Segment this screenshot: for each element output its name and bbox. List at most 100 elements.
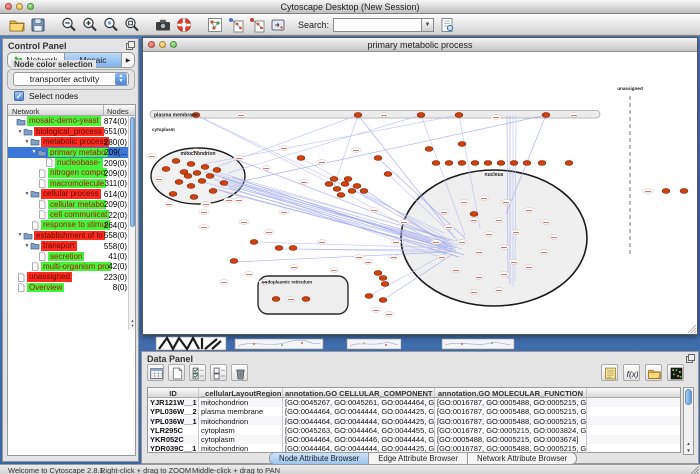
- network-import-icon[interactable]: [206, 16, 224, 34]
- table-row[interactable]: YLR295Ccytoplasm[GO:0045263, GO:0044464,…: [148, 425, 680, 434]
- select-attributes-icon[interactable]: [147, 364, 164, 381]
- save-icon[interactable]: [29, 16, 47, 34]
- network-node[interactable]: [172, 159, 180, 164]
- network-node[interactable]: [201, 165, 209, 170]
- destroy-view-icon[interactable]: [248, 16, 266, 34]
- vizmapper-icon[interactable]: [269, 16, 287, 34]
- function-icon[interactable]: f(x): [623, 364, 640, 381]
- search-input[interactable]: [333, 18, 421, 32]
- tree-row[interactable]: nucleobase-209(0): [8, 158, 135, 168]
- tree-row[interactable]: Overview8(0): [8, 282, 135, 292]
- zoom-fit-icon[interactable]: [123, 16, 141, 34]
- tree-row[interactable]: nitrogen compo209(0): [8, 168, 135, 178]
- network-node[interactable]: [250, 240, 258, 245]
- network-node[interactable]: [275, 246, 283, 251]
- tab-node-attribute-browser[interactable]: Node Attribute Browser: [270, 453, 369, 464]
- network-node[interactable]: [379, 298, 387, 303]
- network-node[interactable]: [190, 195, 198, 200]
- table-row[interactable]: YPL036W__2plasma membrane[GO:0044464, GO…: [148, 407, 680, 416]
- float-panel-icon[interactable]: [686, 354, 695, 363]
- network-node[interactable]: [497, 161, 505, 166]
- col-header-cellular[interactable]: annotation.GO CELLULAR_COMPONENT: [283, 388, 435, 397]
- table-row[interactable]: YJR121W__1mitochondrion[GO:0045267, GO:0…: [148, 398, 680, 407]
- matrix-icon[interactable]: [667, 364, 684, 381]
- network-node[interactable]: [187, 184, 195, 189]
- network-node[interactable]: [333, 187, 341, 192]
- network-node[interactable]: [379, 276, 387, 281]
- network-node[interactable]: [330, 177, 338, 182]
- network-node[interactable]: [365, 294, 373, 299]
- network-node[interactable]: [193, 171, 201, 176]
- search-advanced-icon[interactable]: [438, 16, 456, 34]
- network-node[interactable]: [565, 161, 573, 166]
- tree-row[interactable]: ▼establishment of lo558(0): [8, 230, 135, 240]
- create-attribute-icon[interactable]: [168, 364, 185, 381]
- network-node[interactable]: [455, 113, 463, 118]
- network-node[interactable]: [458, 142, 466, 147]
- network-node[interactable]: [325, 182, 333, 187]
- tree-row[interactable]: cellular metabo209(0): [8, 199, 135, 209]
- chevron-down-icon[interactable]: ▼: [421, 18, 434, 32]
- network-node[interactable]: [220, 181, 228, 186]
- node-color-dropdown[interactable]: transporter activity ▲▼: [13, 72, 129, 86]
- network-node[interactable]: [206, 174, 214, 179]
- float-panel-icon[interactable]: [126, 41, 135, 50]
- table-row[interactable]: YPL036W__1mitochondrion[GO:0044464, GO:0…: [148, 416, 680, 425]
- network-node[interactable]: [542, 113, 550, 118]
- tab-network-attribute-browser[interactable]: Network Attribute Browser: [468, 453, 576, 464]
- help-lifesaver-icon[interactable]: [175, 16, 193, 34]
- scroll-down-icon[interactable]: ▼: [684, 448, 693, 453]
- network-node[interactable]: [432, 161, 440, 166]
- network-node[interactable]: [187, 162, 195, 167]
- network-node[interactable]: [374, 271, 382, 276]
- notes-icon[interactable]: [601, 364, 618, 381]
- tree-row[interactable]: unassigned223(0): [8, 272, 135, 282]
- create-view-icon[interactable]: [227, 16, 245, 34]
- network-node[interactable]: [169, 192, 177, 197]
- select-nodes-checkbox[interactable]: ✓: [14, 91, 24, 101]
- col-header-id[interactable]: ID: [148, 388, 199, 397]
- network-node[interactable]: [381, 282, 389, 287]
- scrollbar-thumb[interactable]: [130, 117, 136, 227]
- network-node[interactable]: [662, 189, 670, 194]
- network-node[interactable]: [230, 259, 238, 264]
- network-node[interactable]: [458, 161, 466, 166]
- col-header-molecular[interactable]: annotation.GO MOLECULAR_FUNCTION: [435, 388, 587, 397]
- import-folder-icon[interactable]: [645, 364, 662, 381]
- network-node[interactable]: [470, 212, 478, 217]
- tree-row[interactable]: ▼biological_process651(0): [8, 126, 135, 136]
- tree-row[interactable]: ▼cellular process614(0): [8, 189, 135, 199]
- tree-row[interactable]: ▼transport558(0): [8, 241, 135, 251]
- network-node[interactable]: [353, 184, 361, 189]
- network-node[interactable]: [341, 182, 349, 187]
- col-header-region[interactable]: _cellularLayoutRegion: [199, 388, 283, 397]
- network-node[interactable]: [162, 167, 170, 172]
- network-node[interactable]: [417, 113, 425, 118]
- zoom-in-icon[interactable]: [81, 16, 99, 34]
- network-node[interactable]: [374, 156, 382, 161]
- camera-icon[interactable]: [154, 16, 172, 34]
- network-node[interactable]: [213, 168, 221, 173]
- network-node[interactable]: [302, 297, 310, 302]
- scrollbar-arrows-icon[interactable]: ▲▼: [129, 318, 136, 328]
- scrollbar-thumb[interactable]: [685, 389, 692, 405]
- network-node[interactable]: [297, 156, 305, 161]
- network-node[interactable]: [680, 189, 688, 194]
- tree-row[interactable]: ▼metabolic process280(0): [8, 137, 135, 147]
- tree-scrollbar[interactable]: ▲▼: [128, 116, 135, 330]
- network-canvas[interactable]: plasma membrane cytoplasm mitochondrion …: [144, 52, 698, 335]
- delete-attribute-icon[interactable]: [231, 364, 248, 381]
- tree-row[interactable]: cell communicat22(0): [8, 210, 135, 220]
- tab-overflow-arrow[interactable]: ▶: [122, 53, 134, 67]
- scroll-up-icon[interactable]: ▲: [684, 441, 693, 446]
- network-node[interactable]: [471, 161, 479, 166]
- network-node[interactable]: [425, 147, 433, 152]
- network-node[interactable]: [510, 161, 518, 166]
- network-node[interactable]: [484, 161, 492, 166]
- tree-row[interactable]: response to stimul264(0): [8, 220, 135, 230]
- network-node[interactable]: [445, 161, 453, 166]
- network-node[interactable]: [272, 297, 280, 302]
- network-node[interactable]: [209, 189, 217, 194]
- select-all-icon[interactable]: [189, 364, 206, 381]
- network-node[interactable]: [384, 172, 392, 177]
